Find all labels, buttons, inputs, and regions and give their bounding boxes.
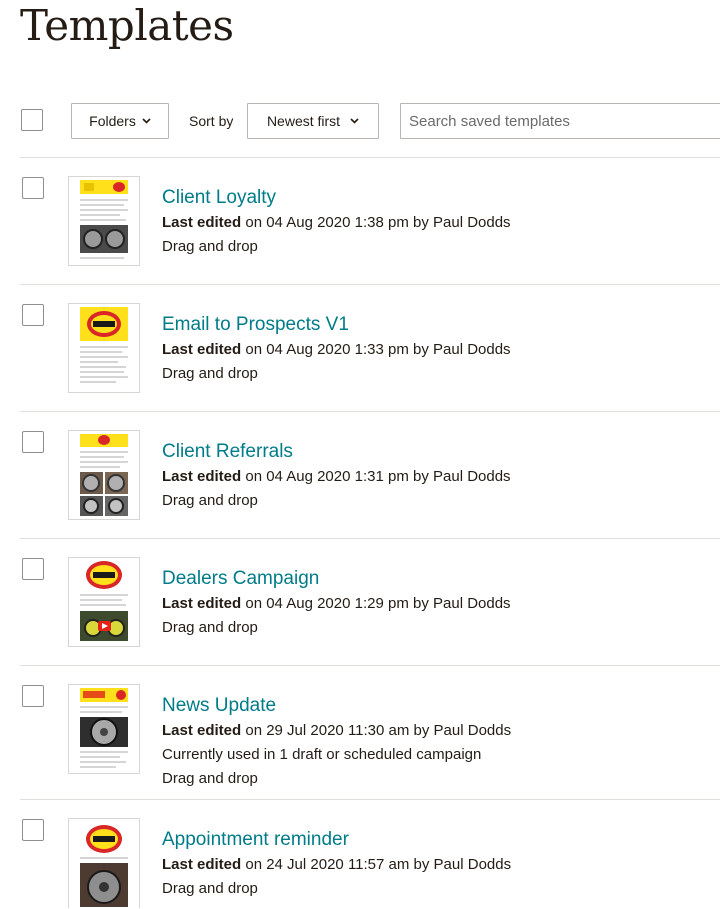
table-row: Email to Prospects V1 Last edited on 04 … bbox=[20, 284, 720, 411]
template-name-link[interactable]: Dealers Campaign bbox=[162, 566, 511, 592]
search-input[interactable] bbox=[400, 103, 720, 139]
template-type: Drag and drop bbox=[162, 365, 258, 382]
template-info: Client Loyalty Last edited on 04 Aug 202… bbox=[162, 185, 511, 259]
last-edited-line: Last edited on 29 Jul 2020 11:30 am by P… bbox=[162, 719, 511, 743]
template-name-link[interactable]: News Update bbox=[162, 693, 511, 719]
template-info: Dealers Campaign Last edited on 04 Aug 2… bbox=[162, 566, 511, 640]
last-edited-line: Last edited on 04 Aug 2020 1:38 pm by Pa… bbox=[162, 211, 511, 235]
chevron-down-icon bbox=[142, 118, 151, 124]
table-row: News Update Last edited on 29 Jul 2020 1… bbox=[20, 665, 720, 799]
last-edited-text: on 29 Jul 2020 11:30 am by Paul Dodds bbox=[241, 722, 512, 739]
template-type: Drag and drop bbox=[162, 619, 258, 636]
chevron-down-icon bbox=[350, 118, 359, 124]
last-edited-label: Last edited bbox=[162, 341, 242, 358]
folders-dropdown[interactable]: Folders bbox=[71, 103, 169, 139]
template-name-link[interactable]: Email to Prospects V1 bbox=[162, 312, 511, 338]
page-title: Templates bbox=[20, 1, 234, 50]
select-all-checkbox[interactable] bbox=[21, 109, 43, 131]
template-name-link[interactable]: Client Referrals bbox=[162, 439, 511, 465]
template-info: Client Referrals Last edited on 04 Aug 2… bbox=[162, 439, 511, 513]
last-edited-text: on 04 Aug 2020 1:38 pm by Paul Dodds bbox=[241, 214, 511, 231]
sort-dropdown[interactable]: Newest first bbox=[247, 103, 379, 139]
table-row: Appointment reminder Last edited on 24 J… bbox=[20, 799, 720, 909]
template-name-link[interactable]: Appointment reminder bbox=[162, 827, 511, 853]
last-edited-text: on 04 Aug 2020 1:29 pm by Paul Dodds bbox=[241, 595, 511, 612]
template-name-link[interactable]: Client Loyalty bbox=[162, 185, 511, 211]
usage-note: Currently used in 1 draft or scheduled c… bbox=[162, 746, 482, 763]
row-checkbox[interactable] bbox=[22, 177, 44, 199]
template-info: News Update Last edited on 29 Jul 2020 1… bbox=[162, 693, 511, 791]
template-type: Drag and drop bbox=[162, 238, 258, 255]
toolbar: Folders Sort by Newest first bbox=[0, 103, 720, 141]
template-type: Drag and drop bbox=[162, 880, 258, 897]
sort-value: Newest first bbox=[266, 113, 341, 129]
last-edited-label: Last edited bbox=[162, 214, 242, 231]
row-checkbox[interactable] bbox=[22, 819, 44, 841]
last-edited-line: Last edited on 04 Aug 2020 1:29 pm by Pa… bbox=[162, 592, 511, 616]
template-thumbnail[interactable] bbox=[68, 557, 140, 647]
last-edited-label: Last edited bbox=[162, 468, 242, 485]
last-edited-label: Last edited bbox=[162, 722, 242, 739]
last-edited-text: on 24 Jul 2020 11:57 am by Paul Dodds bbox=[241, 856, 512, 873]
table-row: Dealers Campaign Last edited on 04 Aug 2… bbox=[20, 538, 720, 665]
last-edited-label: Last edited bbox=[162, 595, 242, 612]
sort-by-label: Sort by bbox=[189, 113, 234, 129]
template-type: Drag and drop bbox=[162, 492, 258, 509]
last-edited-line: Last edited on 04 Aug 2020 1:33 pm by Pa… bbox=[162, 338, 511, 362]
last-edited-text: on 04 Aug 2020 1:33 pm by Paul Dodds bbox=[241, 341, 511, 358]
template-thumbnail[interactable] bbox=[68, 684, 140, 774]
template-type: Drag and drop bbox=[162, 770, 258, 787]
template-list: Client Loyalty Last edited on 04 Aug 202… bbox=[20, 157, 720, 909]
row-checkbox[interactable] bbox=[22, 558, 44, 580]
last-edited-text: on 04 Aug 2020 1:31 pm by Paul Dodds bbox=[241, 468, 511, 485]
template-thumbnail[interactable] bbox=[68, 430, 140, 520]
table-row: Client Referrals Last edited on 04 Aug 2… bbox=[20, 411, 720, 538]
table-row: Client Loyalty Last edited on 04 Aug 202… bbox=[20, 157, 720, 284]
template-info: Appointment reminder Last edited on 24 J… bbox=[162, 827, 511, 901]
last-edited-line: Last edited on 24 Jul 2020 11:57 am by P… bbox=[162, 853, 511, 877]
folders-label: Folders bbox=[89, 113, 136, 129]
last-edited-line: Last edited on 04 Aug 2020 1:31 pm by Pa… bbox=[162, 465, 511, 489]
row-checkbox[interactable] bbox=[22, 304, 44, 326]
row-checkbox[interactable] bbox=[22, 431, 44, 453]
template-thumbnail[interactable] bbox=[68, 176, 140, 266]
row-checkbox[interactable] bbox=[22, 685, 44, 707]
last-edited-label: Last edited bbox=[162, 856, 242, 873]
template-info: Email to Prospects V1 Last edited on 04 … bbox=[162, 312, 511, 386]
template-thumbnail[interactable] bbox=[68, 818, 140, 908]
template-thumbnail[interactable] bbox=[68, 303, 140, 393]
